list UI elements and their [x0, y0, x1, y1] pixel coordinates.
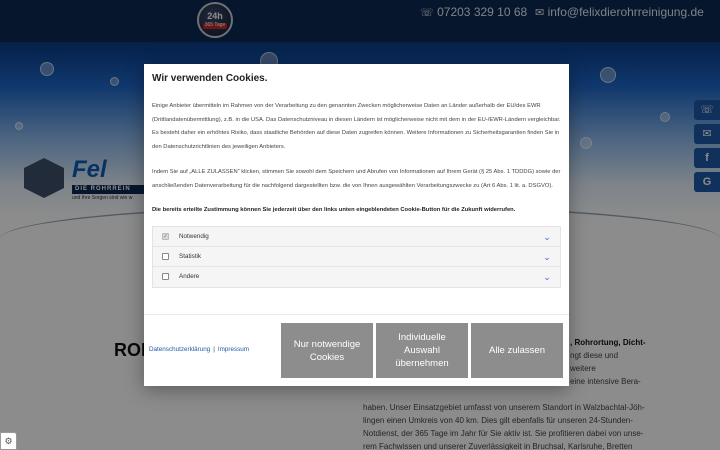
- chevron-down-icon[interactable]: ⌄: [542, 267, 552, 287]
- cookie-revoke-note: Die bereits erteilte Zustimmung können S…: [152, 207, 516, 214]
- chevron-down-icon[interactable]: ⌄: [542, 227, 552, 247]
- imprint-link[interactable]: Impressum: [218, 346, 249, 353]
- chevron-down-icon[interactable]: ⌄: [542, 247, 552, 267]
- cookie-consent-dialog: Wir verwenden Cookies. Einige Anbieter ü…: [144, 64, 569, 386]
- button-label: Nur notwendige Cookies: [293, 338, 361, 363]
- category-label: Notwendig: [179, 233, 209, 241]
- category-statistics[interactable]: Statistik ⌄: [153, 247, 560, 268]
- allow-all-button[interactable]: Alle zulassen: [471, 323, 563, 378]
- only-necessary-cookies-button[interactable]: Nur notwendige Cookies: [281, 323, 373, 378]
- category-label: Andere: [179, 273, 200, 281]
- cookie-icon: ⚙: [4, 436, 13, 446]
- category-label: Statistik: [179, 253, 202, 261]
- cookie-settings-button[interactable]: ⚙: [0, 432, 17, 450]
- cookie-dialog-footer: Datenschutzerklärung | Impressum Nur notwe…: [144, 314, 569, 386]
- category-necessary[interactable]: Notwendig ⌄: [153, 227, 560, 248]
- link-separator: |: [213, 346, 215, 353]
- apply-individual-selection-button[interactable]: Individuelle Auswahl übernehmen: [376, 323, 468, 378]
- privacy-policy-link[interactable]: Datenschutzerklärung: [149, 346, 210, 353]
- footer-links: Datenschutzerklärung | Impressum: [149, 346, 249, 353]
- checkbox-other[interactable]: [162, 273, 169, 281]
- button-label: Alle zulassen: [489, 345, 545, 356]
- checkbox-necessary: [162, 227, 169, 247]
- cookie-paragraph-consent: Indem Sie auf „ALLE ZULASSEN“ klicken, s…: [152, 168, 561, 189]
- button-label: Individuelle Auswahl übernehmen: [395, 332, 449, 369]
- cookie-dialog-title: Wir verwenden Cookies.: [152, 73, 268, 84]
- cookie-paragraph-transfer: Einige Anbieter übermitteln im Rahmen vo…: [152, 103, 561, 151]
- cookie-category-list: Notwendig ⌄ Statistik ⌄ Andere ⌄: [152, 226, 561, 289]
- checkbox-statistics[interactable]: [162, 253, 169, 261]
- cookie-dialog-body[interactable]: Wir verwenden Cookies. Einige Anbieter ü…: [144, 64, 569, 314]
- category-other[interactable]: Andere ⌄: [153, 267, 560, 288]
